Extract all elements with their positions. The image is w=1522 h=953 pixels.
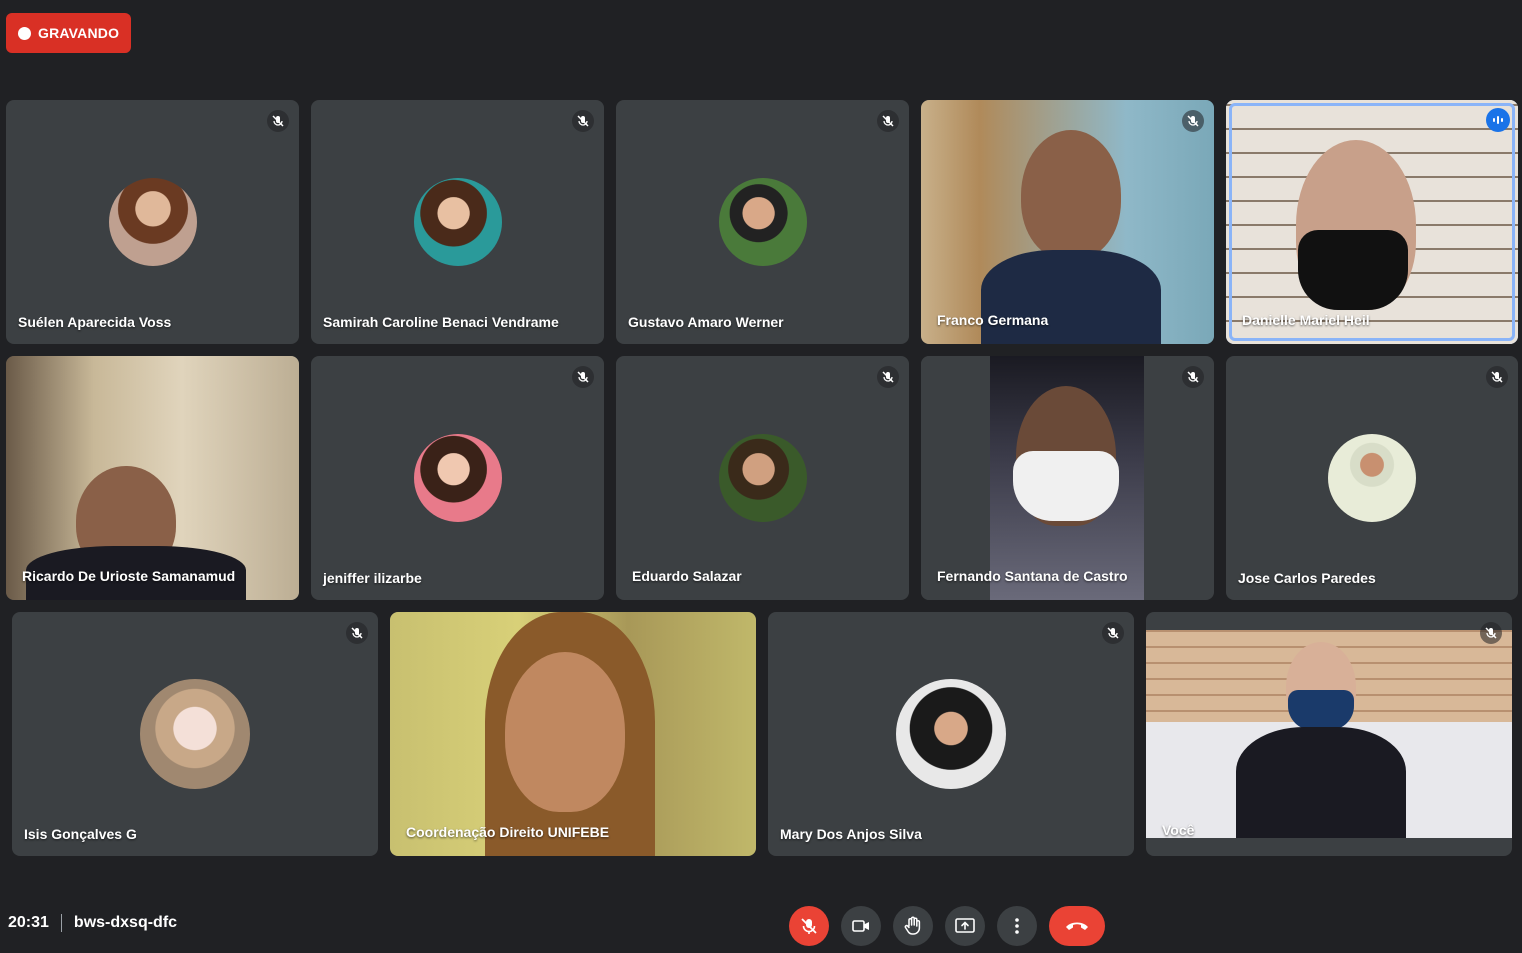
participant-name: Suélen Aparecida Voss — [18, 314, 172, 330]
speaking-indicator-icon — [1486, 108, 1510, 132]
meeting-time: 20:31 — [8, 914, 49, 931]
participant-tile[interactable]: Você — [1146, 612, 1512, 856]
mic-off-icon — [1480, 622, 1502, 644]
mic-off-icon — [1486, 366, 1508, 388]
mic-off-icon — [572, 110, 594, 132]
divider — [60, 914, 62, 932]
participant-tile[interactable]: Franco Germana — [921, 100, 1214, 344]
avatar — [140, 679, 250, 789]
avatar — [719, 178, 807, 266]
mic-off-icon — [877, 110, 899, 132]
participant-name: Isis Gonçalves G — [24, 826, 137, 842]
avatar — [896, 679, 1006, 789]
letterbox-left — [921, 356, 990, 600]
participant-tile[interactable]: Isis Gonçalves G — [12, 612, 378, 856]
participant-tile[interactable]: Coordenação Direito UNIFEBE — [390, 612, 756, 856]
person-face — [1021, 130, 1121, 260]
speaking-border — [1229, 103, 1515, 341]
participant-name: Coordenação Direito UNIFEBE — [406, 824, 610, 840]
meeting-info: 20:31 bws-dxsq-dfc — [8, 914, 177, 932]
mic-off-icon — [1102, 622, 1124, 644]
more-options-button[interactable] — [997, 906, 1037, 946]
mic-off-icon — [267, 110, 289, 132]
participant-tile[interactable]: Suélen Aparecida Voss — [6, 100, 299, 344]
participant-tile[interactable]: Gustavo Amaro Werner — [616, 100, 909, 344]
camera-icon — [852, 920, 869, 932]
person-face — [505, 652, 625, 812]
participant-name: Samirah Caroline Benaci Vendrame — [323, 314, 559, 330]
face-mask — [1288, 690, 1354, 730]
mic-off-icon — [1182, 110, 1204, 132]
participant-name: Mary Dos Anjos Silva — [780, 826, 922, 842]
meeting-code: bws-dxsq-dfc — [73, 914, 178, 931]
face-mask — [1013, 451, 1119, 521]
participant-name: Jose Carlos Paredes — [1238, 570, 1376, 586]
recording-dot-icon — [18, 26, 31, 40]
participant-name: Franco Germana — [937, 312, 1049, 328]
avatar — [109, 178, 197, 266]
mic-off-icon — [572, 366, 594, 388]
participant-name: Gustavo Amaro Werner — [628, 314, 784, 330]
participant-tile[interactable]: Fernando Santana de Castro — [921, 356, 1214, 600]
participant-name: Você — [1162, 822, 1195, 838]
participant-name: Ricardo De Urioste Samanamud — [22, 568, 236, 584]
participant-tile[interactable]: Mary Dos Anjos Silva — [768, 612, 1134, 856]
participant-name: Danielle Mariel Heil — [1242, 312, 1370, 328]
avatar — [719, 434, 807, 522]
person-suit — [981, 250, 1161, 344]
participant-tile[interactable]: Samirah Caroline Benaci Vendrame — [311, 100, 604, 344]
more-options-icon — [1015, 918, 1019, 934]
participant-name: Eduardo Salazar — [632, 568, 742, 584]
person-jacket — [1236, 727, 1406, 838]
participant-tile[interactable]: Ricardo De Urioste Samanamud — [6, 356, 299, 600]
mic-off-icon — [877, 366, 899, 388]
participant-name: Fernando Santana de Castro — [937, 568, 1128, 584]
mic-off-icon — [1182, 366, 1204, 388]
recording-label: GRAVANDO — [38, 25, 120, 41]
camera-toggle-button[interactable] — [841, 906, 881, 946]
raise-hand-icon — [904, 916, 921, 935]
end-call-icon — [1066, 922, 1088, 930]
recording-badge: GRAVANDO — [6, 13, 131, 53]
end-call-button[interactable] — [1049, 906, 1105, 946]
raise-hand-button[interactable] — [893, 906, 933, 946]
avatar — [414, 434, 502, 522]
present-screen-button[interactable] — [945, 906, 985, 946]
mic-off-icon — [346, 622, 368, 644]
mic-toggle-button[interactable] — [789, 906, 829, 946]
avatar — [414, 178, 502, 266]
present-screen-icon — [955, 918, 975, 933]
mic-off-icon — [801, 918, 817, 934]
participant-tile[interactable]: Danielle Mariel Heil — [1226, 100, 1518, 344]
participant-tile[interactable]: Jose Carlos Paredes — [1226, 356, 1518, 600]
participant-name: jeniffer ilizarbe — [323, 570, 422, 586]
participant-tile[interactable]: jeniffer ilizarbe — [311, 356, 604, 600]
avatar — [1328, 434, 1416, 522]
participant-tile[interactable]: Eduardo Salazar — [616, 356, 909, 600]
